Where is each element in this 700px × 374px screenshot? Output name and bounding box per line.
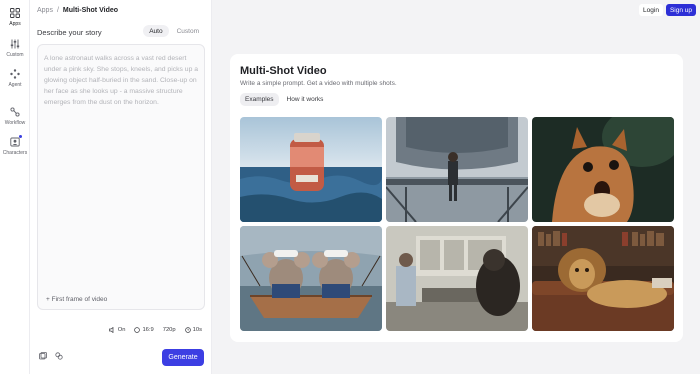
audio-value: On	[117, 326, 126, 333]
breadcrumb: Apps / Multi-Shot Video	[37, 7, 118, 14]
example-lion-library[interactable]	[532, 226, 674, 331]
story-panel: Apps / Multi-Shot Video Describe your st…	[30, 0, 212, 374]
rail-item-agent[interactable]: Agent	[0, 68, 30, 88]
agent-icon	[9, 68, 21, 80]
characters-icon	[9, 135, 22, 148]
breadcrumb-current: Multi-Shot Video	[62, 7, 119, 14]
apps-icon	[9, 7, 21, 19]
rail-item-characters[interactable]: Characters	[0, 135, 30, 156]
example-robot-platform[interactable]	[386, 117, 528, 222]
mode-toggle: Auto Custom	[143, 25, 205, 37]
sliders-icon	[9, 38, 21, 50]
mode-custom-button[interactable]: Custom	[171, 25, 205, 37]
aspect-ratio-value: 16:9	[142, 326, 154, 333]
app-rail: Apps Custom Agent Workflow Characters	[0, 0, 30, 374]
breadcrumb-separator: /	[56, 7, 59, 14]
rail-label-apps: Apps	[9, 21, 21, 27]
tab-examples[interactable]: Examples	[240, 93, 279, 106]
aspect-ratio-select[interactable]: 16:9	[131, 324, 156, 335]
rail-label-characters: Characters	[2, 150, 28, 156]
rail-item-workflow[interactable]: Workflow	[0, 106, 30, 126]
rail-item-custom[interactable]: Custom	[0, 38, 30, 58]
generate-button[interactable]: Generate	[162, 349, 204, 366]
page-title: Multi-Shot Video	[240, 65, 327, 77]
examples-grid	[240, 117, 674, 331]
story-placeholder: A lone astronaut walks across a vast red…	[44, 55, 199, 106]
resolution-select[interactable]: 720p	[160, 324, 179, 335]
tab-how-it-works[interactable]: How it works	[282, 93, 329, 106]
rail-label-workflow: Workflow	[4, 120, 26, 126]
duration-select[interactable]: 10s	[182, 324, 205, 335]
first-frame-label: + First frame of video	[46, 296, 108, 303]
notification-dot	[19, 135, 22, 138]
bottom-tools	[39, 352, 63, 362]
story-label: Describe your story	[37, 28, 102, 37]
card-tabs: Examples How it works	[240, 93, 328, 106]
signup-button[interactable]: Sign up	[666, 4, 696, 16]
link-icon[interactable]	[55, 352, 63, 362]
first-frame-button[interactable]: + First frame of video	[46, 296, 107, 303]
mode-auto-button[interactable]: Auto	[143, 25, 169, 37]
resolution-value: 720p	[162, 326, 176, 333]
example-jar-ocean[interactable]	[240, 117, 382, 222]
ratio-icon	[134, 326, 141, 333]
rail-item-apps[interactable]: Apps	[0, 7, 30, 27]
clock-icon	[184, 326, 191, 333]
example-squirrel[interactable]	[532, 117, 674, 222]
login-button[interactable]: Login	[639, 4, 663, 16]
workflow-icon	[9, 106, 21, 118]
multi-shot-card: Multi-Shot Video Write a simple prompt. …	[230, 54, 683, 342]
video-options: On 16:9 720p 10s	[106, 324, 205, 335]
page-subtitle: Write a simple prompt. Get a video with …	[240, 80, 397, 87]
rail-label-agent: Agent	[8, 82, 22, 88]
story-textarea[interactable]: A lone astronaut walks across a vast red…	[37, 44, 205, 310]
image-upload-icon[interactable]	[39, 352, 47, 362]
rail-label-custom: Custom	[6, 52, 24, 58]
example-mice-boat[interactable]	[240, 226, 382, 331]
breadcrumb-apps[interactable]: Apps	[37, 7, 53, 14]
audio-icon	[108, 326, 114, 333]
example-office-gorilla[interactable]	[386, 226, 528, 331]
audio-toggle[interactable]: On	[106, 324, 129, 335]
duration-value: 10s	[192, 326, 202, 333]
